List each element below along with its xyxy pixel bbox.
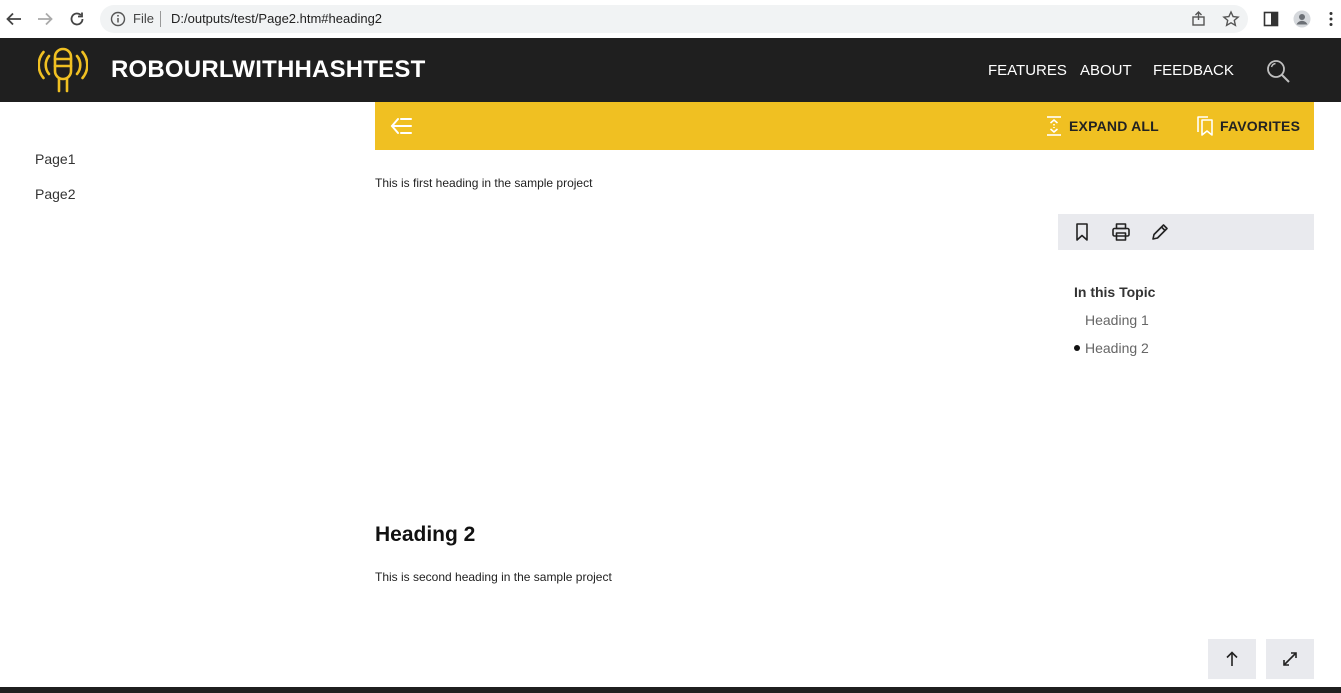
arrow-up-icon — [1226, 651, 1238, 666]
favorites-label: FAVORITES — [1220, 118, 1301, 134]
expand-arrows-icon — [1283, 652, 1297, 666]
browser-chrome: File D:/outputs/test/Page2.htm#heading2 — [0, 0, 1341, 38]
address-separator — [160, 11, 161, 27]
share-icon[interactable] — [1190, 10, 1208, 28]
fullscreen-button[interactable] — [1266, 639, 1314, 679]
forward-arrow-icon[interactable] — [34, 8, 56, 30]
site-header: ROBOURLWITHHASHTEST FEATURES ABOUT FEEDB… — [0, 38, 1341, 102]
print-icon[interactable] — [1111, 222, 1131, 242]
in-this-topic-title: In this Topic — [1074, 284, 1156, 300]
address-bar[interactable]: File D:/outputs/test/Page2.htm#heading2 — [100, 5, 1248, 33]
favorites-button[interactable]: FAVORITES — [1195, 115, 1300, 137]
edit-pencil-icon[interactable] — [1150, 222, 1170, 242]
collapse-sidebar-icon[interactable] — [389, 114, 415, 138]
bookmark-icon[interactable] — [1072, 222, 1092, 242]
profile-avatar-icon[interactable] — [1291, 8, 1313, 30]
expand-all-label: EXPAND ALL — [1069, 118, 1159, 134]
topic-link-heading-2[interactable]: Heading 2 — [1085, 340, 1149, 356]
info-icon[interactable] — [110, 11, 126, 27]
side-panel-icon[interactable] — [1260, 8, 1282, 30]
active-topic-bullet — [1074, 345, 1080, 351]
bookmark-star-icon[interactable] — [1222, 10, 1240, 28]
nav-features[interactable]: FEATURES — [988, 62, 1067, 79]
topic-link-heading-1[interactable]: Heading 1 — [1085, 312, 1149, 328]
reload-icon[interactable] — [66, 8, 88, 30]
topic-tools-bar — [1058, 214, 1314, 250]
sidebar-item-page1[interactable]: Page1 — [35, 151, 75, 167]
expand-all-button[interactable]: EXPAND ALL — [1044, 115, 1159, 137]
scroll-to-top-button[interactable] — [1208, 639, 1256, 679]
url-text[interactable]: D:/outputs/test/Page2.htm#heading2 — [171, 11, 382, 26]
content-toolbar: EXPAND ALL FAVORITES — [375, 102, 1314, 150]
bookmarks-icon — [1197, 116, 1213, 136]
search-icon[interactable] — [1265, 58, 1291, 84]
sidebar-item-page2[interactable]: Page2 — [35, 186, 75, 202]
nav-about[interactable]: ABOUT — [1080, 62, 1132, 79]
heading-2-paragraph: This is second heading in the sample pro… — [375, 570, 612, 584]
back-arrow-icon[interactable] — [3, 8, 25, 30]
site-title[interactable]: ROBOURLWITHHASHTEST — [111, 56, 425, 84]
heading-2: Heading 2 — [375, 523, 476, 546]
footer-strip — [0, 687, 1341, 693]
scheme-label: File — [133, 11, 154, 26]
menu-kebab-icon[interactable] — [1325, 8, 1337, 30]
expand-icon — [1047, 116, 1061, 136]
microphone-logo-icon[interactable] — [38, 46, 88, 94]
nav-feedback[interactable]: FEEDBACK — [1153, 62, 1234, 79]
intro-paragraph: This is first heading in the sample proj… — [375, 176, 593, 190]
